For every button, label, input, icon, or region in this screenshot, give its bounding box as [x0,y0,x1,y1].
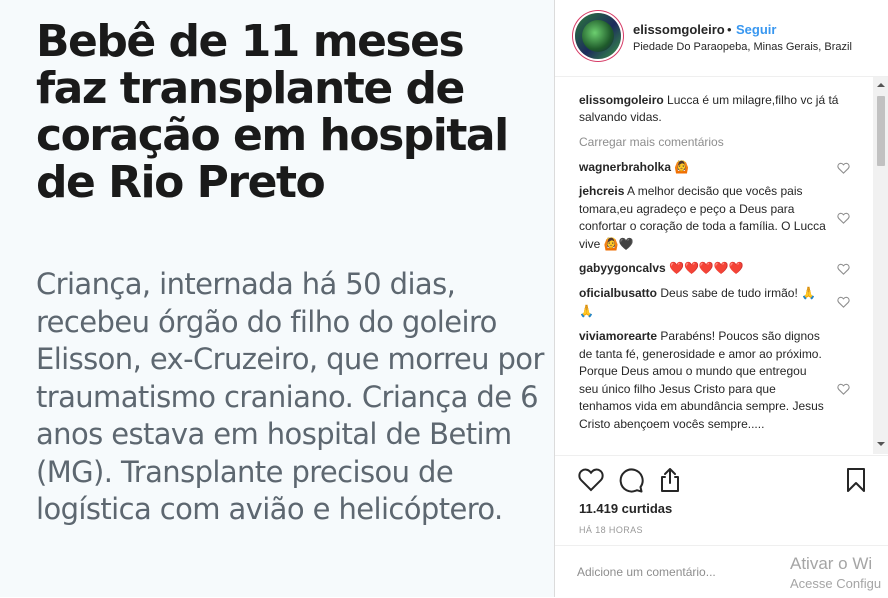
add-comment-bar: Ativar o Wi Acesse Configu [555,545,888,598]
add-comment-input[interactable] [577,563,777,581]
username-link[interactable]: elissomgoleiro [633,22,725,37]
caption-username[interactable]: elissomgoleiro [579,93,664,107]
scroll-up-arrow[interactable] [877,83,885,87]
follow-button[interactable]: Seguir [736,22,776,37]
comment: jehcreis A melhor decisão que vocês pais… [579,183,827,253]
load-more-comments-button[interactable]: Carregar mais comentários [579,135,724,149]
comment-username[interactable]: gabyygoncalvs [579,261,666,275]
comment-username[interactable]: jehcreis [579,184,624,198]
share-icon[interactable] [656,466,684,494]
article-headline: Bebê de 11 meses faz transplante de cora… [36,16,509,208]
post-caption: elissomgoleiro Lucca é um milagre,filho … [579,92,839,126]
article-summary: Criança, internada há 50 dias, recebeu ó… [36,267,544,526]
post-header: elissomgoleiro • Seguir Piedade Do Parao… [555,0,888,77]
comment: viviamorearte Parabéns! Poucos são digno… [579,328,827,433]
comment-text: 🙆 [674,160,690,174]
comment-username[interactable]: oficialbusatto [579,286,657,300]
post-time[interactable]: HÁ 18 HORAS [579,525,643,535]
likes-count[interactable]: 11.419 curtidas [579,501,672,516]
comments-list[interactable]: elissomgoleiro Lucca é um milagre,filho … [555,77,888,454]
post-image: Bebê de 11 meses faz transplante de cora… [0,0,555,597]
watermark-title: Ativar o Wi [790,554,873,573]
comment: oficialbusatto Deus sabe de tudo irmão! … [579,285,827,320]
scrollbar-thumb[interactable] [877,96,885,166]
comment-username[interactable]: viviamorearte [579,329,657,343]
post-sidebar: elissomgoleiro • Seguir Piedade Do Parao… [555,0,888,597]
comment-username[interactable]: wagnerbraholka [579,160,671,174]
comment-icon[interactable] [616,466,644,494]
small-heart-icon[interactable] [837,212,850,224]
bookmark-icon[interactable] [842,466,870,494]
comment: wagnerbraholka 🙆 [579,159,827,177]
heart-icon[interactable] [577,466,605,494]
small-heart-icon[interactable] [837,162,850,174]
small-heart-icon[interactable] [837,263,850,275]
separator-dot: • [727,22,732,37]
small-heart-icon[interactable] [837,383,850,395]
location-link[interactable]: Piedade Do Paraopeba, Minas Gerais, Braz… [633,41,852,53]
watermark-subtitle: Acesse Configu [790,576,882,591]
small-heart-icon[interactable] [837,296,850,308]
comment: gabyygoncalvs ❤️❤️❤️❤️❤️ [579,260,827,278]
avatar-image [582,20,614,52]
comment-text: ❤️❤️❤️❤️❤️ [669,261,744,275]
comments-scrollbar[interactable] [873,77,888,454]
avatar[interactable] [575,13,621,59]
scroll-down-arrow[interactable] [877,442,885,446]
activate-windows-watermark: Ativar o Wi Acesse Configu [790,554,881,591]
comment-text: Parabéns! Poucos são dignos de tanta fé,… [579,329,824,431]
